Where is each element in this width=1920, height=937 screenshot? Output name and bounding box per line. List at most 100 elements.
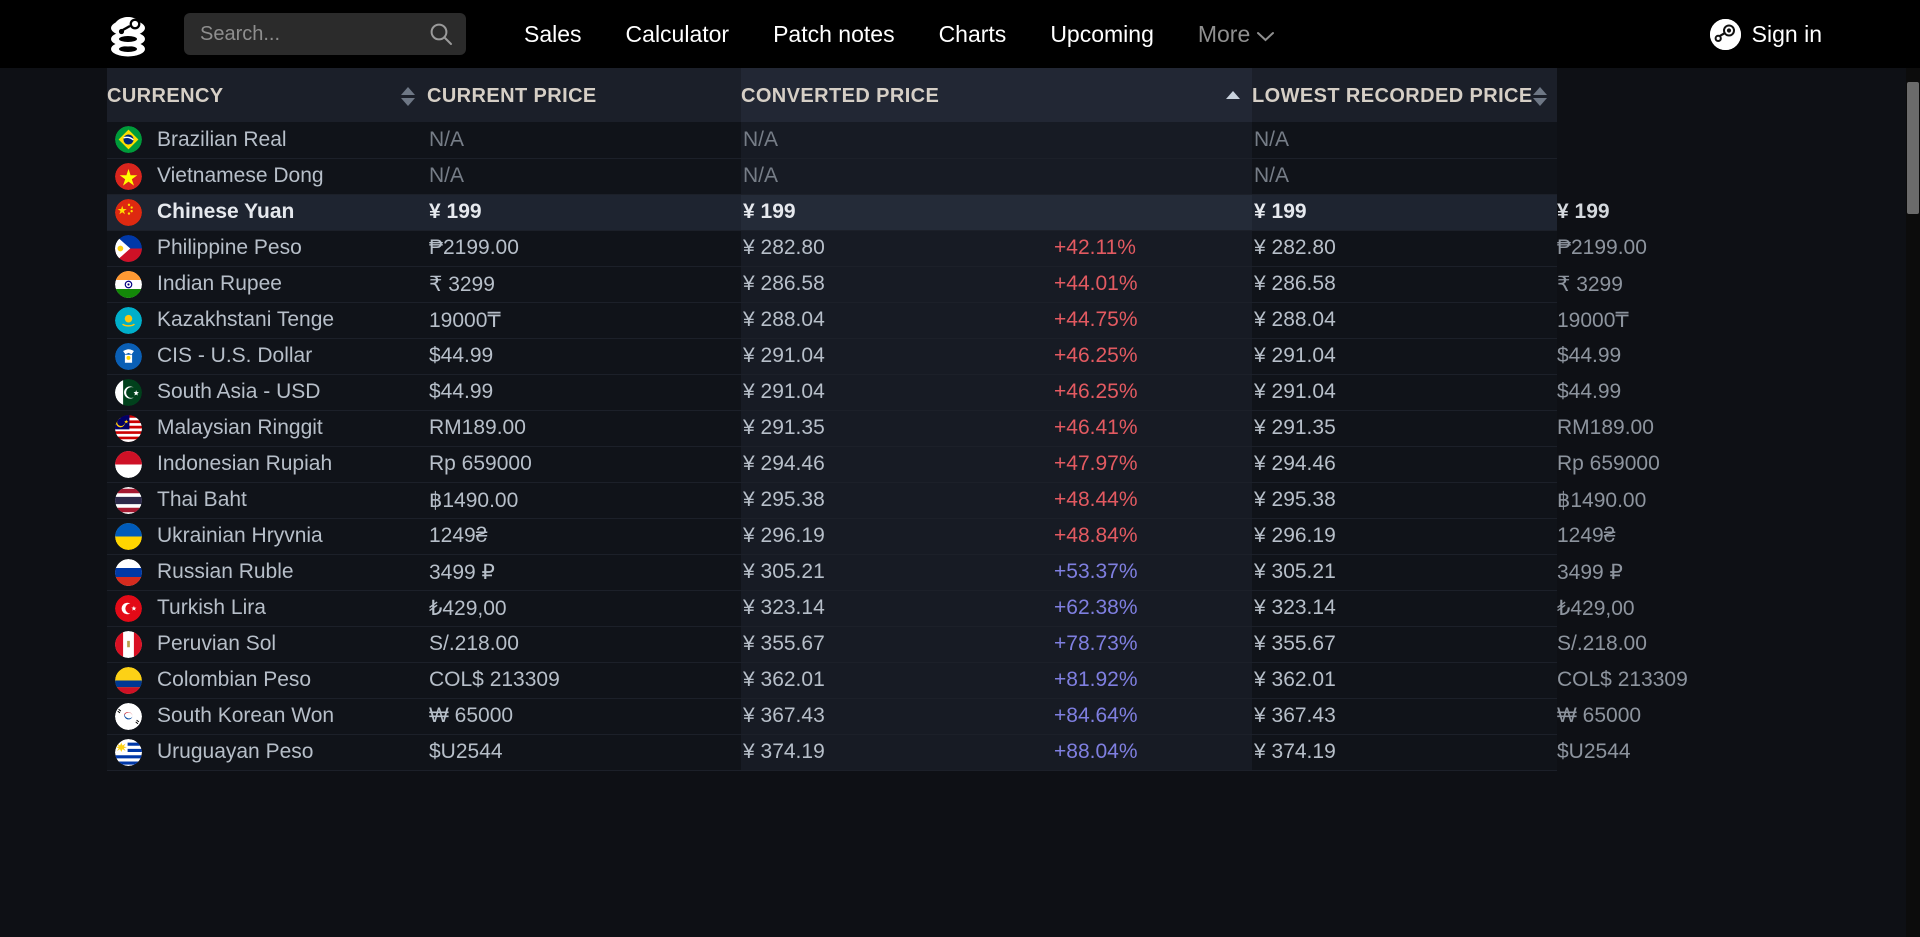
table-header: CURRENCY CURRENT PRICE CONVERTED PRICE bbox=[107, 68, 1557, 122]
cell-currency: Indian Rupee bbox=[107, 266, 427, 302]
price-change-percent: +81.92% bbox=[1054, 668, 1138, 691]
cell-current-price: ₱2199.00 bbox=[427, 230, 741, 266]
column-header-converted-price[interactable]: CONVERTED PRICE bbox=[741, 68, 1252, 122]
cell-converted-price-delta: +46.41% bbox=[1054, 410, 1252, 446]
table-row[interactable]: Malaysian RinggitRM189.00¥ 291.35+46.41%… bbox=[107, 410, 1557, 446]
table-row[interactable]: CIS - U.S. Dollar$44.99¥ 291.04+46.25%¥ … bbox=[107, 338, 1557, 374]
price-change-percent: +46.41% bbox=[1054, 416, 1138, 439]
table-row[interactable]: Philippine Peso₱2199.00¥ 282.80+42.11%¥ … bbox=[107, 230, 1557, 266]
nav-link-charts[interactable]: Charts bbox=[917, 0, 1029, 68]
table-row[interactable]: Chinese Yuan¥ 199¥ 199¥ 199¥ 199 bbox=[107, 194, 1557, 230]
table-row[interactable]: Kazakhstani Tenge19000₸¥ 288.04+44.75%¥ … bbox=[107, 302, 1557, 338]
currency-name: Brazilian Real bbox=[157, 128, 287, 152]
cell-converted-price: ¥ 286.58 bbox=[741, 266, 1054, 302]
table-row[interactable]: Uruguayan Peso$U2544¥ 374.19+88.04%¥ 374… bbox=[107, 734, 1557, 770]
table-row[interactable]: Peruvian SolS/.218.00¥ 355.67+78.73%¥ 35… bbox=[107, 626, 1557, 662]
flag-brazil-icon bbox=[115, 126, 142, 153]
price-change-percent: +46.25% bbox=[1054, 344, 1138, 367]
converted-price-value: ¥ 362.01 bbox=[741, 668, 825, 691]
cell-converted-price-delta: +46.25% bbox=[1054, 338, 1252, 374]
flag-malaysia-icon bbox=[115, 415, 142, 442]
cell-lowest-recorded-price: ¥ 296.19 bbox=[1252, 518, 1557, 554]
cell-converted-price-delta bbox=[1054, 122, 1252, 158]
currency-name: Thai Baht bbox=[157, 488, 247, 512]
converted-price-value: ¥ 286.58 bbox=[741, 272, 825, 295]
nav-link-upcoming[interactable]: Upcoming bbox=[1028, 0, 1176, 68]
flag-philippines-icon bbox=[115, 235, 142, 262]
sort-indicator-converted-price-asc[interactable] bbox=[1226, 91, 1240, 102]
column-header-lowest-recorded-price[interactable]: LOWEST RECORDED PRICE bbox=[1252, 68, 1557, 122]
scrollbar-thumb[interactable] bbox=[1907, 82, 1919, 214]
sort-indicator-lowest-recorded-price[interactable] bbox=[1533, 87, 1547, 106]
page-scrollbar[interactable] bbox=[1906, 68, 1920, 937]
table-header-row: CURRENCY CURRENT PRICE CONVERTED PRICE bbox=[107, 68, 1557, 122]
cell-currency: Kazakhstani Tenge bbox=[107, 302, 427, 338]
cell-lowest-recorded-price: ¥ 291.35 bbox=[1252, 410, 1557, 446]
flag-cis-icon bbox=[115, 343, 142, 370]
cell-converted-price: ¥ 282.80 bbox=[741, 230, 1054, 266]
search-input[interactable] bbox=[200, 23, 428, 46]
column-header-current-price[interactable]: CURRENT PRICE bbox=[427, 68, 741, 122]
table-row[interactable]: Russian Ruble3499 ₽¥ 305.21+53.37%¥ 305.… bbox=[107, 554, 1557, 590]
cell-lowest-recorded-price: ¥ 291.04 bbox=[1252, 374, 1557, 410]
search-box[interactable] bbox=[184, 13, 466, 55]
sign-in-button[interactable]: Sign in bbox=[1710, 0, 1822, 68]
steam-icon bbox=[1710, 19, 1741, 50]
search-icon[interactable] bbox=[428, 21, 454, 47]
flag-vietnam-icon bbox=[115, 163, 142, 190]
currency-name: Chinese Yuan bbox=[157, 200, 294, 224]
nav-link-patch-notes[interactable]: Patch notes bbox=[751, 0, 916, 68]
table-row[interactable]: Colombian PesoCOL$ 213309¥ 362.01+81.92%… bbox=[107, 662, 1557, 698]
cell-converted-price-delta bbox=[1054, 158, 1252, 194]
cell-lowest-recorded-price: ¥ 355.67 bbox=[1252, 626, 1557, 662]
table-row[interactable]: Brazilian RealN/AN/AN/A bbox=[107, 122, 1557, 158]
table-row[interactable]: Indian Rupee₹ 3299¥ 286.58+44.01%¥ 286.5… bbox=[107, 266, 1557, 302]
steamdb-logo-icon[interactable] bbox=[100, 6, 156, 62]
currency-name: Indian Rupee bbox=[157, 272, 282, 296]
flag-indonesia-icon bbox=[115, 451, 142, 478]
table-row[interactable]: Turkish Lira₺429,00¥ 323.14+62.38%¥ 323.… bbox=[107, 590, 1557, 626]
nav-link-calculator[interactable]: Calculator bbox=[604, 0, 752, 68]
price-change-percent: +78.73% bbox=[1054, 632, 1138, 655]
cell-lowest-recorded-price: N/A bbox=[1252, 158, 1557, 194]
currency-name: Vietnamese Dong bbox=[157, 164, 324, 188]
cell-current-price: ₺429,00 bbox=[427, 590, 741, 626]
nav-link-more[interactable]: More bbox=[1176, 0, 1296, 68]
sort-indicator-currency[interactable] bbox=[401, 87, 415, 106]
cell-currency: Malaysian Ringgit bbox=[107, 410, 427, 446]
converted-price-value: ¥ 305.21 bbox=[741, 560, 825, 583]
table-row[interactable]: Vietnamese DongN/AN/AN/A bbox=[107, 158, 1557, 194]
price-change-percent: +88.04% bbox=[1054, 740, 1138, 763]
converted-price-value: ¥ 296.19 bbox=[741, 524, 825, 547]
cell-converted-price: ¥ 288.04 bbox=[741, 302, 1054, 338]
table-row[interactable]: South Korean Won₩ 65000¥ 367.43+84.64%¥ … bbox=[107, 698, 1557, 734]
cell-current-price: Rp 659000 bbox=[427, 446, 741, 482]
column-header-lowest-recorded-price-label: LOWEST RECORDED PRICE bbox=[1252, 85, 1533, 108]
currency-name: Russian Ruble bbox=[157, 560, 294, 584]
cell-lowest-recorded-price: ¥ 288.04 bbox=[1252, 302, 1557, 338]
price-change-percent: +46.25% bbox=[1054, 380, 1138, 403]
flag-india-icon bbox=[115, 271, 142, 298]
cell-current-price: 3499 ₽ bbox=[427, 554, 741, 590]
cell-converted-price: ¥ 291.35 bbox=[741, 410, 1054, 446]
cell-converted-price: ¥ 291.04 bbox=[741, 374, 1054, 410]
cell-lowest-recorded-price: ¥ 295.38 bbox=[1252, 482, 1557, 518]
cell-lowest-recorded-price: ¥ 374.19 bbox=[1252, 734, 1557, 770]
cell-currency: CIS - U.S. Dollar bbox=[107, 338, 427, 374]
cell-converted-price: ¥ 291.04 bbox=[741, 338, 1054, 374]
cell-currency: Thai Baht bbox=[107, 482, 427, 518]
cell-currency: Philippine Peso bbox=[107, 230, 427, 266]
table-row[interactable]: Ukrainian Hryvnia1249₴¥ 296.19+48.84%¥ 2… bbox=[107, 518, 1557, 554]
table-row[interactable]: Thai Baht฿1490.00¥ 295.38+48.44%¥ 295.38… bbox=[107, 482, 1557, 518]
cell-currency: Turkish Lira bbox=[107, 590, 427, 626]
cell-converted-price: ¥ 367.43 bbox=[741, 698, 1054, 734]
table-row[interactable]: Indonesian RupiahRp 659000¥ 294.46+47.97… bbox=[107, 446, 1557, 482]
cell-lowest-recorded-price: N/A bbox=[1252, 122, 1557, 158]
nav-link-sales[interactable]: Sales bbox=[502, 0, 604, 68]
table-row[interactable]: South Asia - USD$44.99¥ 291.04+46.25%¥ 2… bbox=[107, 374, 1557, 410]
cell-converted-price-delta: +44.01% bbox=[1054, 266, 1252, 302]
price-change-percent: +48.84% bbox=[1054, 524, 1138, 547]
cell-converted-price: N/A bbox=[741, 158, 1054, 194]
column-header-currency[interactable]: CURRENCY bbox=[107, 68, 427, 122]
flag-southkorea-icon bbox=[115, 703, 142, 730]
